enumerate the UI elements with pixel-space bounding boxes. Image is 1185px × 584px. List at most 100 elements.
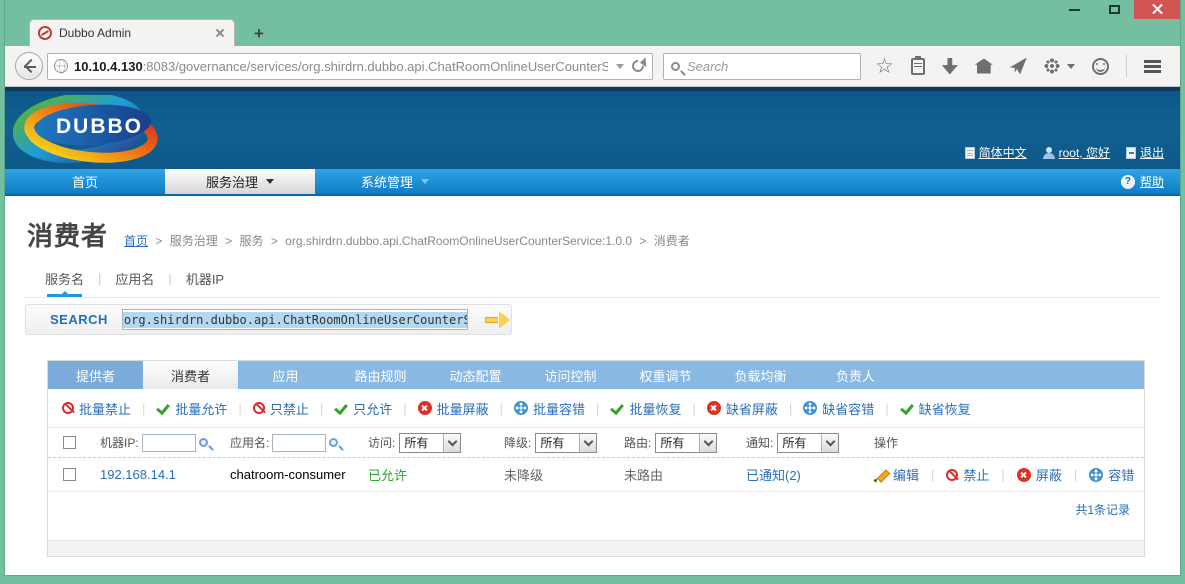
tolerant-button[interactable]: 容错 — [1089, 465, 1134, 484]
close-button[interactable] — [1134, 0, 1180, 19]
forbid-button[interactable]: 禁止 — [946, 465, 989, 484]
access-select[interactable]: 所有 — [399, 433, 461, 453]
tab-consumer[interactable]: 消费者 — [143, 361, 238, 389]
url-text[interactable]: 10.10.4.130:8083/governance/services/org… — [74, 59, 608, 74]
app-search-icon[interactable] — [329, 438, 338, 447]
shield-x-icon — [418, 401, 432, 415]
extension-caret-icon[interactable] — [1067, 64, 1075, 69]
shield-button[interactable]: 屏蔽 — [1017, 465, 1062, 484]
search-go-button[interactable] — [482, 310, 511, 330]
dubbo-logo[interactable]: DUBBO — [13, 95, 165, 170]
tab-load-balance[interactable]: 负载均衡 — [713, 361, 808, 389]
tab-title: Dubbo Admin — [59, 26, 214, 40]
browser-search-bar[interactable] — [663, 53, 861, 80]
subtab-app-name[interactable]: 应用名 — [115, 269, 154, 294]
nav-item-home[interactable]: 首页 — [5, 169, 165, 194]
browser-toolbar: 10.10.4.130:8083/governance/services/org… — [5, 46, 1180, 87]
default-shield-button[interactable]: 缺省屏蔽 — [707, 399, 778, 418]
page-content: DUBBO 简体中文 root, 您好 退出 首页 服务治理 系统管理 ?帮助 … — [5, 87, 1180, 575]
ip-search-icon[interactable] — [199, 438, 208, 447]
title-row: 消费者 首页 > 服务治理 > 服务 > org.shirdrn.dubbo.a… — [27, 216, 1180, 253]
only-allow-button[interactable]: 只允许 — [334, 399, 392, 418]
tab-routing-rule[interactable]: 路由规则 — [333, 361, 428, 389]
arrow-right-icon — [485, 317, 498, 323]
notify-status-link[interactable]: 已通知(2) — [746, 465, 801, 484]
pencil-icon — [874, 468, 888, 482]
tab-provider[interactable]: 提供者 — [48, 361, 143, 389]
service-search-block: SEARCH org.shirdrn.dubbo.api.ChatRoomOnl… — [25, 304, 512, 335]
search-label: SEARCH — [50, 312, 108, 327]
edit-button[interactable]: 编辑 — [874, 465, 919, 484]
tab-dynamic-config[interactable]: 动态配置 — [428, 361, 523, 389]
language-link[interactable]: 简体中文 — [965, 144, 1027, 161]
new-tab-button[interactable]: + — [245, 24, 273, 44]
service-search-input[interactable]: org.shirdrn.dubbo.api.ChatRoomOnlineUser… — [122, 309, 468, 330]
table-row: 192.168.14.1 chatroom-consumer 已允许 未降级 未… — [48, 458, 1144, 492]
url-host: 10.10.4.130 — [74, 59, 143, 74]
forbid-icon — [946, 469, 958, 481]
machine-ip-input[interactable] — [142, 434, 196, 452]
pocket-icon[interactable] — [1010, 58, 1027, 75]
filter-app-label: 应用名: — [230, 434, 269, 451]
tab-access-control[interactable]: 访问控制 — [523, 361, 618, 389]
batch-allow-button[interactable]: 批量允许 — [156, 399, 227, 418]
minimize-button[interactable] — [1054, 0, 1094, 19]
batch-forbid-button[interactable]: 批量禁止 — [62, 399, 131, 418]
breadcrumb-services: 服务 — [239, 234, 263, 248]
degrade-select[interactable]: 所有 — [535, 433, 597, 453]
route-select[interactable]: 所有 — [655, 433, 717, 453]
menu-hamburger-icon[interactable] — [1144, 60, 1161, 73]
tab-owner[interactable]: 负责人 — [808, 361, 903, 389]
batch-recover-button[interactable]: 批量恢复 — [610, 399, 681, 418]
select-arrow-icon — [821, 434, 838, 452]
only-forbid-button[interactable]: 只禁止 — [253, 399, 309, 418]
home-icon[interactable] — [975, 59, 993, 74]
filter-ip-label: 机器IP: — [100, 434, 139, 451]
feedback-smiley-icon[interactable] — [1092, 58, 1109, 75]
default-recover-button[interactable]: 缺省恢复 — [900, 399, 971, 418]
check-icon — [334, 402, 348, 415]
extension-icon[interactable] — [1044, 58, 1060, 74]
logo-text: DUBBO — [56, 115, 143, 138]
maximize-button[interactable] — [1094, 0, 1134, 19]
breadcrumb-home-link[interactable]: 首页 — [124, 234, 148, 248]
url-dropdown-icon[interactable] — [616, 64, 624, 69]
row-checkbox[interactable] — [63, 468, 76, 481]
bookmark-star-icon[interactable]: ☆ — [875, 56, 894, 76]
default-tolerant-button[interactable]: 缺省容错 — [803, 399, 874, 418]
logout-link[interactable]: 退出 — [1126, 144, 1164, 161]
select-all-checkbox[interactable] — [63, 436, 76, 449]
nav-item-system[interactable]: 系统管理 — [315, 169, 475, 194]
nav-item-governance[interactable]: 服务治理 — [165, 169, 315, 194]
browser-tab[interactable]: Dubbo Admin — [29, 19, 235, 46]
browser-search-input[interactable] — [687, 59, 837, 74]
chevron-down-icon — [266, 179, 274, 184]
tolerant-gear-icon — [1089, 468, 1103, 482]
batch-tolerant-button[interactable]: 批量容错 — [514, 399, 585, 418]
url-bar[interactable]: 10.10.4.130:8083/governance/services/org… — [47, 53, 653, 80]
notify-select[interactable]: 所有 — [777, 433, 839, 453]
subtab-service-name[interactable]: 服务名 — [45, 269, 84, 294]
window-controls — [1054, 0, 1180, 19]
tab-weight-adjust[interactable]: 权重调节 — [618, 361, 713, 389]
maximize-icon — [1109, 5, 1120, 14]
consumers-panel: 提供者 消费者 应用 路由规则 动态配置 访问控制 权重调节 负载均衡 负责人 … — [47, 360, 1145, 557]
consumer-ip-link[interactable]: 192.168.14.1 — [100, 467, 176, 482]
select-arrow-icon — [699, 434, 716, 452]
tab-application[interactable]: 应用 — [238, 361, 333, 389]
desktop: { "ui": { "pipe": "|", "gt": ">" }, "win… — [0, 0, 1185, 584]
window-titlebar[interactable]: Dubbo Admin + — [5, 0, 1180, 46]
main-nav: 首页 服务治理 系统管理 ?帮助 — [5, 169, 1180, 196]
tab-close-icon[interactable] — [214, 27, 226, 39]
batch-shield-button[interactable]: 批量屏蔽 — [418, 399, 489, 418]
bookmarks-menu-icon[interactable] — [911, 58, 925, 75]
reload-icon[interactable] — [630, 58, 647, 75]
select-arrow-icon — [443, 434, 460, 452]
help-link[interactable]: ?帮助 — [1121, 169, 1180, 194]
downloads-icon[interactable] — [942, 58, 958, 75]
panel-footer-strip — [48, 540, 1144, 556]
user-greeting[interactable]: root, 您好 — [1043, 144, 1110, 161]
subtab-machine-ip[interactable]: 机器IP — [186, 269, 224, 294]
back-button[interactable] — [15, 52, 43, 80]
app-name-input[interactable] — [272, 434, 326, 452]
